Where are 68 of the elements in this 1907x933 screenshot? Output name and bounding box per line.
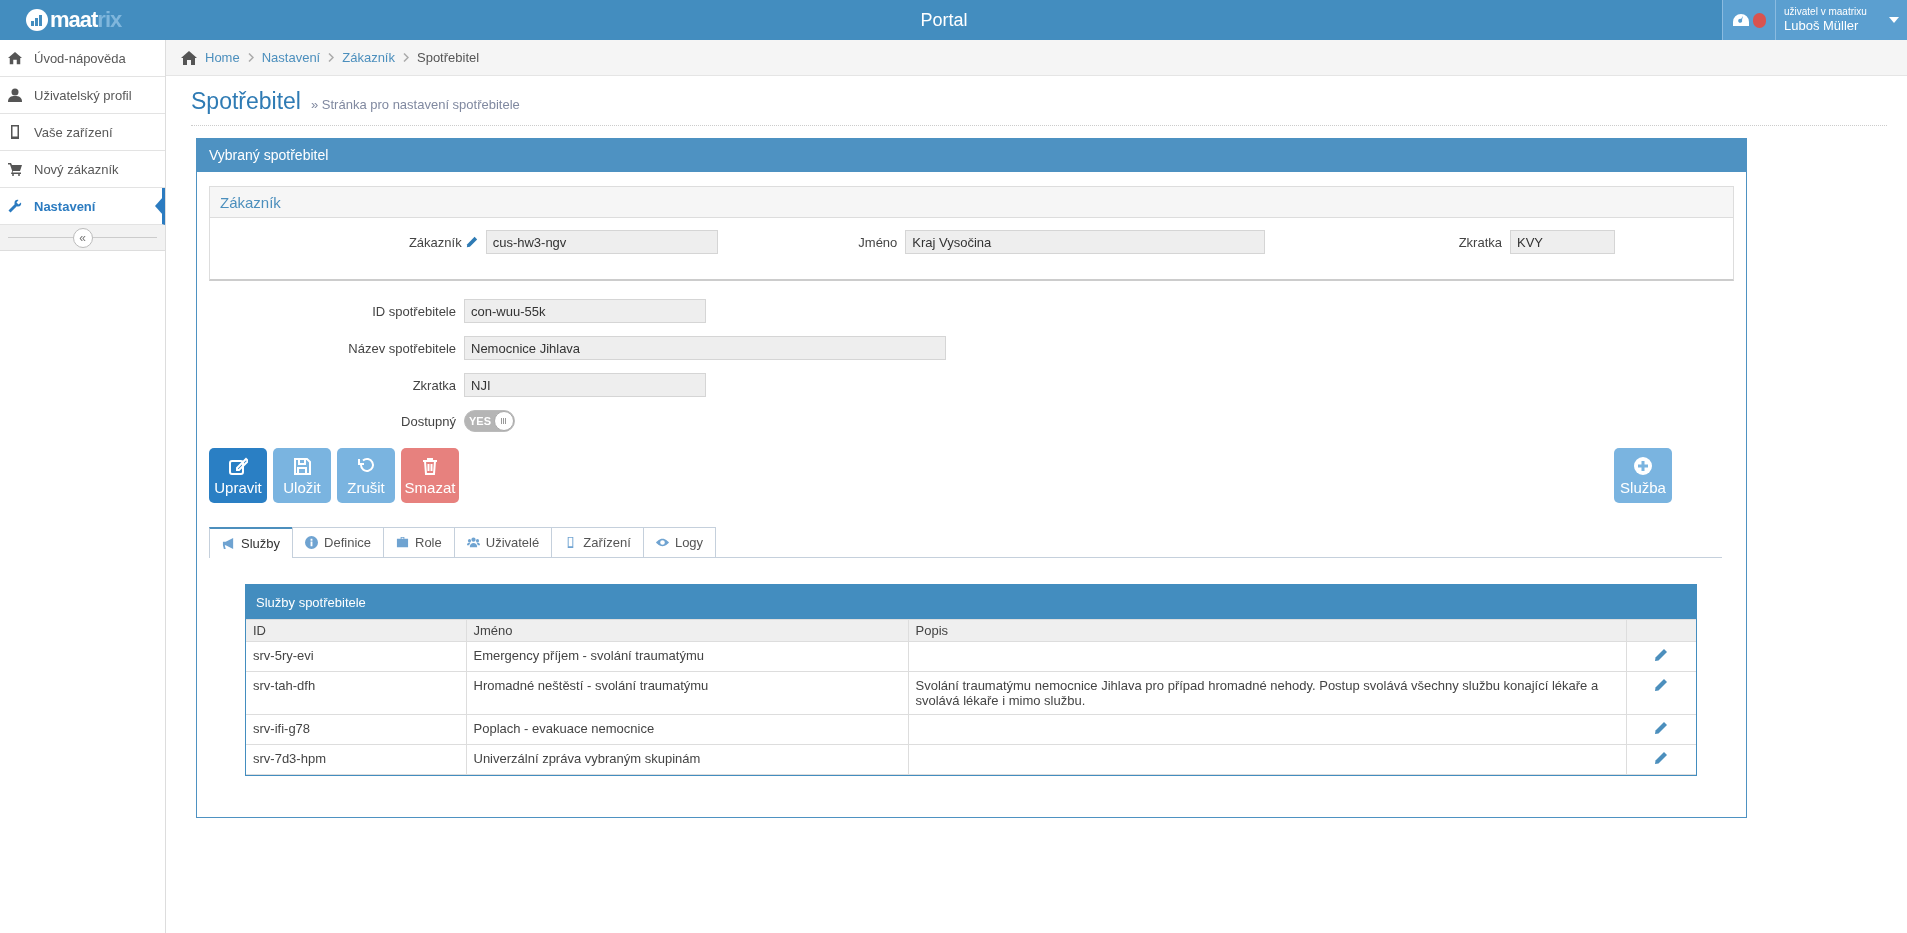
pencil-icon[interactable] (1654, 751, 1669, 765)
pencil-icon[interactable] (1654, 721, 1669, 735)
briefcase-icon (396, 536, 409, 549)
chevron-icon (328, 53, 335, 62)
phone-icon (8, 125, 22, 139)
app-title: Portal (920, 9, 968, 32)
table-cell: Univerzální zpráva vybraným skupinám (466, 744, 908, 775)
table-cell: srv-5ry-evi (246, 641, 466, 672)
save-icon (292, 455, 312, 476)
field-label: Název spotřebitele (348, 340, 456, 356)
logo-text: maatrix (50, 9, 122, 31)
pencil-icon[interactable] (1654, 678, 1669, 692)
table-cell: srv-tah-dfh (246, 671, 466, 715)
dashboard-icon[interactable] (1732, 14, 1749, 26)
tab[interactable]: Logy (642, 527, 717, 557)
input-field[interactable]: con-wuu-55k (464, 299, 706, 323)
sidebar-item[interactable]: Uživatelský profil (0, 77, 165, 114)
field-label: Jméno (858, 234, 898, 250)
column-header: Jméno (466, 619, 908, 642)
page-subtitle: » Stránka pro nastavení spotřebitele (310, 97, 520, 112)
action-button[interactable]: Upravit (209, 448, 267, 503)
table-cell: Poplach - evakuace nemocnice (466, 714, 908, 745)
tab[interactable]: Služby (209, 527, 294, 558)
info-icon (305, 536, 319, 549)
table-cell: Emergency příjem - svolání traumatýmu (466, 641, 908, 672)
plus-icon (1633, 455, 1653, 476)
cart-icon (8, 162, 22, 176)
logo-icon (26, 9, 48, 31)
breadcrumb-item: Spotřebitel (417, 50, 480, 65)
table-cell: Hromadné neštěstí - svolání traumatýmu (466, 671, 908, 715)
field-label: Dostupný (401, 413, 456, 429)
user-caption: uživatel v maatrixu (1784, 6, 1868, 18)
column-header: ID (246, 619, 466, 642)
chevron-icon (247, 53, 254, 62)
chevron-icon (403, 53, 409, 62)
collapse-button[interactable]: « (72, 227, 93, 248)
user-name: Luboš Müller (1784, 18, 1860, 34)
users-icon (466, 536, 480, 549)
section-title: Zákazník (210, 187, 1733, 218)
trash-icon (420, 455, 440, 476)
input-field[interactable]: cus-hw3-ngv (485, 230, 718, 254)
panel-header: Vybraný spotřebitel (197, 138, 1746, 172)
field-label: Zákazník (408, 234, 462, 250)
field-label: Zkratka (412, 377, 456, 393)
table-cell: srv-7d3-hpm (246, 744, 466, 775)
input-field[interactable]: Nemocnice Jihlava (464, 336, 946, 360)
home-icon (181, 50, 197, 65)
page-title: Spotřebitel (191, 88, 301, 115)
input-field[interactable]: Kraj Vysočina (905, 230, 1266, 254)
column-header: Popis (908, 619, 1626, 642)
eye-icon (655, 536, 669, 549)
sidebar-item[interactable]: Úvod-nápověda (0, 40, 165, 77)
input-field[interactable]: KVY (1510, 230, 1615, 254)
wrench-icon (8, 199, 22, 213)
edit-icon (228, 455, 248, 476)
home-icon (8, 51, 22, 65)
table-cell: srv-ifi-g78 (246, 714, 466, 745)
sidebar-item[interactable]: Nový zákazník (0, 151, 165, 188)
bullhorn-icon (222, 537, 235, 550)
caret-icon (1889, 17, 1899, 23)
field-label: ID spotřebitele (372, 303, 456, 319)
sidebar-item[interactable]: Vaše zařízení (0, 114, 165, 151)
field-label: Zkratka (1458, 234, 1502, 250)
pencil-icon[interactable] (1654, 648, 1669, 662)
table-cell: Svolání traumatýmu nemocnice Jihlava pro případ hromadné nehody. Postup svolává všechny službu konající lékaře a svolává lékaře i mimo službu. (908, 671, 1626, 715)
table-title: Služby spotřebitele (246, 585, 1696, 619)
input-field[interactable]: NJI (464, 373, 706, 397)
user-icon (8, 88, 22, 102)
